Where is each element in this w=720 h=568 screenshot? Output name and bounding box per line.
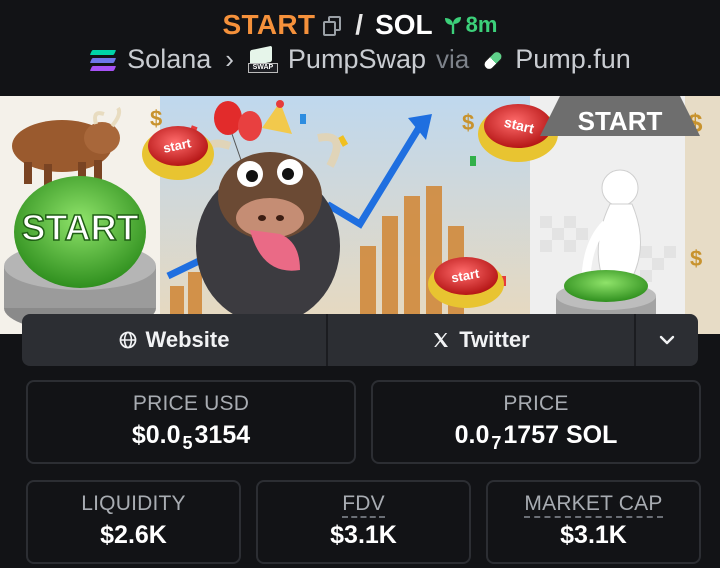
- twitter-button[interactable]: Twitter: [328, 314, 636, 366]
- price-usd-value: $0.0 53154: [131, 421, 251, 453]
- price-native-value: 0.0 71757 SOL: [454, 421, 618, 453]
- pair-age: 8m: [443, 12, 498, 38]
- svg-text:$: $: [462, 110, 474, 135]
- start-button-text: START: [21, 207, 138, 248]
- market-cap-value: $3.1K: [560, 521, 627, 549]
- price-native-label: PRICE: [503, 392, 569, 415]
- x-logo-icon: [434, 333, 449, 347]
- website-label: Website: [145, 327, 230, 352]
- twitter-label: Twitter: [459, 327, 530, 352]
- quote-token-symbol: SOL: [375, 9, 433, 40]
- globe-icon: [119, 331, 136, 349]
- social-links-bar: Website Twitter: [22, 314, 698, 366]
- svg-text:$: $: [150, 106, 162, 131]
- start-road-sign: START: [540, 96, 700, 136]
- price-usd-zero-count: 5: [182, 433, 193, 453]
- pair-title-row: START / SOL 8m: [0, 9, 720, 41]
- pumpswap-icon: SWAP: [247, 45, 278, 73]
- start-button-graphic: START: [4, 176, 156, 332]
- fdv-label: FDV: [258, 492, 469, 518]
- pair-age-text: 8m: [465, 12, 498, 37]
- solana-icon: [89, 48, 117, 72]
- road-sign-text: START: [578, 106, 663, 136]
- pumpswap-icon-text: SWAP: [247, 62, 278, 73]
- price-native-card: PRICE 0.0 71757 SOL: [371, 380, 701, 464]
- liquidity-label: LIQUIDITY: [81, 492, 186, 515]
- liquidity-card: LIQUIDITY $2.6K: [26, 480, 241, 564]
- liquidity-value: $2.6K: [100, 521, 167, 549]
- fdv-card[interactable]: FDV $3.1K: [256, 480, 471, 564]
- chain-link[interactable]: Solana: [127, 44, 211, 75]
- more-links-button[interactable]: [636, 314, 698, 366]
- pump-fun-icon: [479, 47, 505, 73]
- chevron-right-icon: ›: [225, 44, 234, 74]
- via-label: via: [436, 44, 470, 74]
- sprout-icon: [444, 17, 461, 34]
- svg-text:$: $: [690, 246, 702, 271]
- dex-link[interactable]: PumpSwap: [288, 44, 426, 75]
- chevron-down-icon: [659, 335, 675, 345]
- base-token-symbol: START: [222, 9, 316, 40]
- token-banner-image: START $ $ $ $ start start start START: [0, 96, 720, 334]
- copy-icon[interactable]: [321, 13, 343, 37]
- pair-separator: /: [355, 9, 364, 40]
- launchpad-link[interactable]: Pump.fun: [515, 44, 631, 75]
- market-cap-card[interactable]: MARKET CAP $3.1K: [486, 480, 701, 564]
- banner-illustration: START $ $ $ $ start start start START: [0, 96, 720, 334]
- market-cap-label: MARKET CAP: [488, 492, 699, 518]
- website-button[interactable]: Website: [22, 314, 328, 366]
- fdv-value: $3.1K: [330, 521, 397, 549]
- pair-header: START / SOL 8m Solana › SWAP PumpSwap vi…: [0, 0, 720, 96]
- price-usd-card: PRICE USD $0.0 53154: [26, 380, 356, 464]
- price-native-zero-count: 7: [491, 433, 502, 453]
- price-usd-label: PRICE USD: [132, 392, 250, 415]
- route-breadcrumb: Solana › SWAP PumpSwap via Pump.fun: [0, 44, 720, 75]
